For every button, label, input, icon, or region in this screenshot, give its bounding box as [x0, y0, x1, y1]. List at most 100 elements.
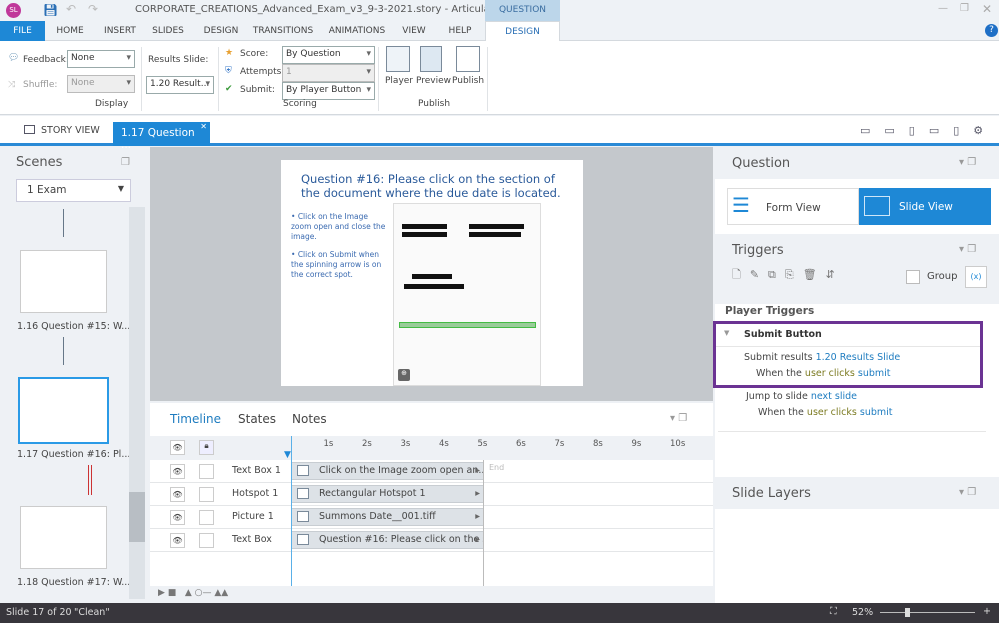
visibility-icon[interactable]: 👁︎: [170, 510, 185, 525]
timeline-bar[interactable]: Question #16: Please click on the s...: [291, 531, 484, 549]
timeline-row[interactable]: 👁︎ Picture 1 Summons Date__001.tiff: [150, 506, 713, 529]
tab-transitions[interactable]: TRANSITIONS: [252, 21, 314, 41]
trigger-target[interactable]: 1.20 Results Slide: [816, 352, 901, 363]
collapse-icon[interactable]: ▼: [724, 329, 729, 337]
tab-animations[interactable]: ANIMATIONS: [325, 21, 389, 41]
trigger-condition: When the user clicks submit: [758, 407, 893, 418]
trigger-toolbar[interactable]: 🗋✎⧉⎘🗑︎⇵: [732, 266, 844, 285]
preview-button[interactable]: Preview: [416, 76, 451, 86]
timeline-bar[interactable]: Summons Date__001.tiff: [291, 508, 484, 526]
redo-icon[interactable]: ↷: [88, 2, 98, 16]
object-type-icon: [297, 534, 309, 545]
hotspot-highlight[interactable]: [399, 322, 536, 328]
close-icon[interactable]: ✕: [982, 2, 992, 16]
timeline-row[interactable]: 👁︎ Text Box 1 Click on the Image zoom open…: [150, 460, 713, 483]
slide-view-button[interactable]: Slide View: [859, 188, 991, 225]
lock-checkbox[interactable]: [199, 510, 214, 525]
slide-thumbnail-1-18[interactable]: [20, 506, 107, 569]
tab-design[interactable]: DESIGN: [200, 21, 242, 41]
bar-label: Summons Date__001.tiff: [319, 511, 436, 522]
submit-dropdown[interactable]: By Player Button: [282, 82, 375, 100]
panel-options-icon[interactable]: ▾ ❐: [670, 413, 687, 424]
tab-insert[interactable]: INSERT: [98, 21, 142, 41]
tab-help[interactable]: HELP: [446, 21, 474, 41]
object-name[interactable]: Hotspot 1: [232, 488, 278, 499]
variables-icon[interactable]: (x): [965, 266, 987, 288]
attempts-dropdown[interactable]: 1: [282, 64, 375, 82]
object-name[interactable]: Picture 1: [232, 511, 274, 522]
timeline-bar[interactable]: Rectangular Hotspot 1: [291, 485, 484, 503]
close-tab-icon[interactable]: ✕: [200, 122, 207, 131]
visibility-icon[interactable]: 👁︎: [170, 487, 185, 502]
feedback-dropdown[interactable]: None: [67, 50, 135, 68]
slide-thumbnail-1-16[interactable]: [20, 250, 107, 313]
fit-icon[interactable]: ⛶: [830, 606, 837, 617]
player-button[interactable]: Player: [385, 76, 413, 86]
restore-icon[interactable]: ❐: [960, 3, 969, 14]
lock-all-icon[interactable]: 🔒︎: [199, 440, 214, 455]
form-view-button[interactable]: ☰ Form View: [727, 188, 859, 225]
bar-label: Rectangular Hotspot 1: [319, 488, 426, 499]
tab-timeline[interactable]: Timeline: [170, 412, 221, 426]
object-name[interactable]: Text Box: [232, 534, 272, 545]
summons-document-image[interactable]: ⊕: [393, 203, 541, 386]
scoring-group-label: Scoring: [283, 99, 317, 109]
playhead[interactable]: ▼: [284, 450, 291, 460]
trigger-event[interactable]: user clicks: [807, 407, 857, 418]
lock-checkbox[interactable]: [199, 533, 214, 548]
story-view-icon: [24, 125, 35, 134]
scene-dropdown[interactable]: 1 Exam ▼: [16, 179, 131, 202]
shuffle-dropdown[interactable]: None: [67, 75, 135, 93]
attempts-icon: ⛨: [225, 66, 232, 76]
score-dropdown[interactable]: By Question: [282, 46, 375, 64]
undo-icon[interactable]: ↶: [66, 2, 76, 16]
tab-story-view[interactable]: STORY VIEW: [41, 125, 100, 136]
group-checkbox[interactable]: [906, 270, 920, 284]
end-marker[interactable]: End: [489, 463, 504, 472]
panel-options-icon[interactable]: ▾ ❐: [959, 244, 976, 255]
tab-current-slide[interactable]: 1.17 Question ... ✕: [113, 122, 210, 151]
visibility-icon[interactable]: 👁︎: [170, 533, 185, 548]
timeline-row[interactable]: 👁︎ Text Box Question #16: Please click on …: [150, 529, 713, 552]
tab-file[interactable]: FILE: [0, 21, 45, 41]
timeline-bar[interactable]: Click on the Image zoom open an...: [291, 462, 484, 480]
trigger-object[interactable]: submit: [860, 407, 893, 418]
panel-options-icon[interactable]: ▾ ❐: [959, 157, 976, 168]
trigger-object[interactable]: submit: [858, 368, 891, 379]
results-slide-dropdown[interactable]: 1.20 Result...: [146, 76, 214, 94]
help-icon[interactable]: ?: [985, 24, 998, 37]
save-icon[interactable]: 💾︎: [43, 3, 58, 17]
timeline-controls[interactable]: ▶ ■ ▲ ○— ▲▲: [150, 586, 713, 603]
tab-states[interactable]: States: [238, 412, 276, 426]
object-name[interactable]: Text Box 1: [232, 465, 281, 476]
player-icon[interactable]: [386, 46, 410, 72]
device-preview-icons[interactable]: ▭▭▯▭▯⚙: [860, 124, 997, 137]
trigger-submit-results[interactable]: Submit results 1.20 Results Slide: [744, 352, 900, 363]
show-all-icon[interactable]: 👁︎: [170, 440, 185, 455]
trigger-group-title: Submit Button: [744, 329, 822, 340]
trigger-target[interactable]: next slide: [811, 391, 857, 402]
publish-icon[interactable]: [456, 46, 480, 72]
float-panel-icon[interactable]: ❐: [121, 157, 130, 168]
tab-notes[interactable]: Notes: [292, 412, 327, 426]
tab-question-design[interactable]: DESIGN: [485, 21, 560, 41]
timeline-row[interactable]: 👁︎ Hotspot 1 Rectangular Hotspot 1: [150, 483, 713, 506]
zoom-in-icon[interactable]: +: [983, 606, 991, 617]
theme-name: "Clean": [74, 607, 110, 618]
lock-checkbox[interactable]: [199, 464, 214, 479]
publish-button[interactable]: Publish: [452, 76, 484, 86]
trigger-event[interactable]: user clicks: [805, 368, 855, 379]
visibility-icon[interactable]: 👁︎: [170, 464, 185, 479]
tab-home[interactable]: HOME: [50, 21, 90, 41]
zoom-slider[interactable]: [880, 608, 975, 617]
panel-options-icon[interactable]: ▾ ❐: [959, 487, 976, 498]
minimize-icon[interactable]: —: [938, 3, 948, 14]
slide-thumbnail-1-17[interactable]: [18, 377, 109, 444]
tab-slides[interactable]: SLIDES: [148, 21, 188, 41]
trigger-jump-slide[interactable]: Jump to slide next slide: [746, 391, 857, 402]
preview-icon[interactable]: [420, 46, 442, 72]
lock-checkbox[interactable]: [199, 487, 214, 502]
zoom-icon[interactable]: ⊕: [398, 369, 410, 381]
scenes-scrollbar[interactable]: [129, 207, 145, 599]
tab-view[interactable]: VIEW: [400, 21, 428, 41]
